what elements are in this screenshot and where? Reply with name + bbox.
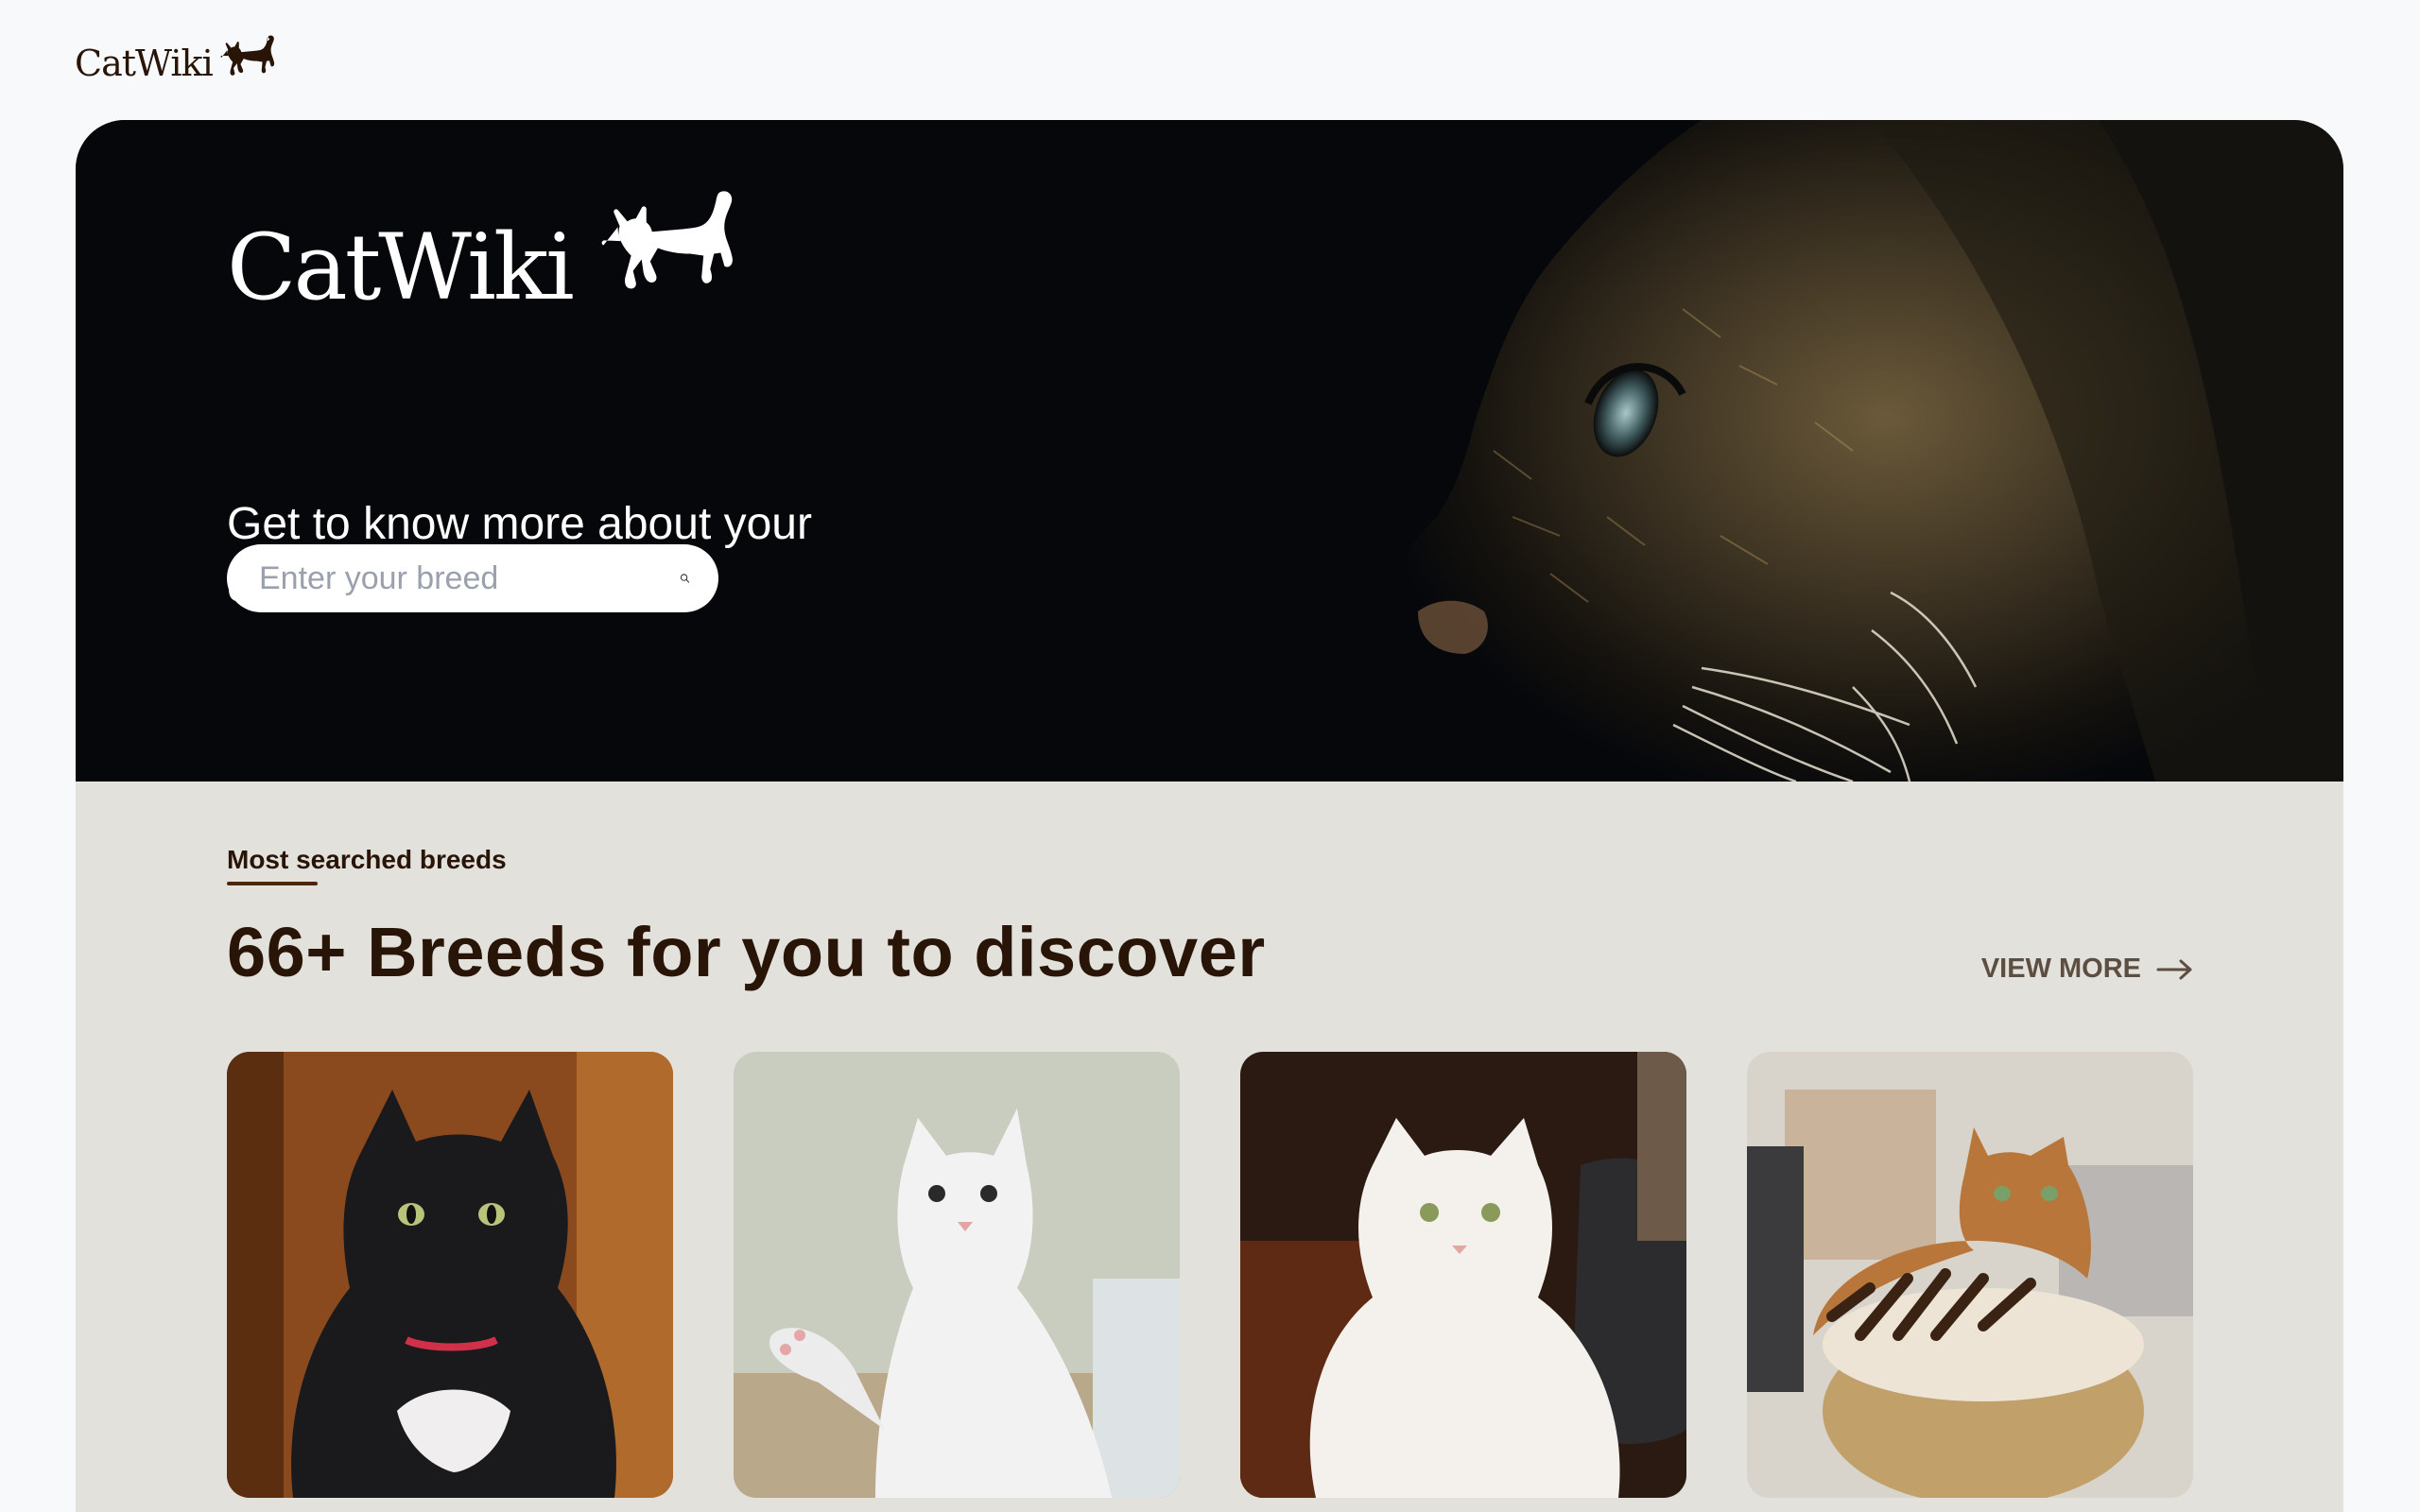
- cat-silhouette-icon: [601, 191, 733, 289]
- breed-search-input[interactable]: [257, 558, 680, 598]
- tabby-cat-on-cat-bed-photo: [1747, 1052, 2193, 1498]
- white-longhair-cat-photo: [1240, 1052, 1686, 1498]
- breeds-section: Most searched breeds 66+ Breeds for you …: [76, 782, 2343, 1512]
- view-more-link[interactable]: VIEW MORE: [1981, 954, 2194, 985]
- breed-card[interactable]: [1747, 1052, 2193, 1498]
- breed-cards: [227, 1052, 2193, 1498]
- logo-wordmark: CatWiki: [75, 43, 214, 84]
- breed-card[interactable]: [1240, 1052, 1686, 1498]
- hero-logo: CatWiki: [227, 179, 753, 330]
- breed-search-box: [227, 544, 718, 612]
- cat-silhouette-icon: [220, 35, 274, 76]
- hero-banner: CatWiki Get to know more about your cat …: [76, 120, 2343, 782]
- view-more-label: VIEW MORE: [1980, 954, 2141, 984]
- section-title: 66+ Breeds for you to discover: [227, 913, 1266, 991]
- site-logo[interactable]: CatWiki: [75, 26, 283, 87]
- black-fluffy-cat-photo: [227, 1052, 673, 1498]
- breed-card[interactable]: [227, 1052, 673, 1498]
- white-cat-raising-paw-photo: [734, 1052, 1180, 1498]
- search-icon[interactable]: [680, 559, 690, 597]
- hero-wordmark: CatWiki: [227, 215, 575, 320]
- breed-card[interactable]: [734, 1052, 1180, 1498]
- arrow-right-icon: [2156, 959, 2192, 979]
- label-underline: [227, 882, 318, 885]
- section-label: Most searched breeds: [227, 845, 507, 874]
